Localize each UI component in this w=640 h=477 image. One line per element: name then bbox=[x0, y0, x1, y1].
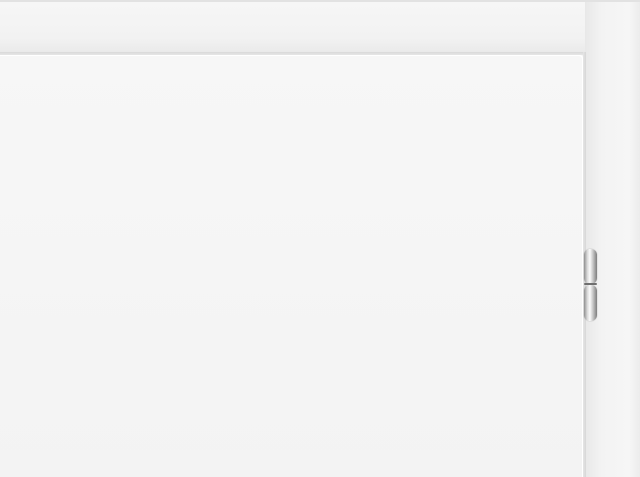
door-leaf bbox=[0, 55, 583, 477]
rebate-shadow-top bbox=[0, 52, 586, 55]
frame-head bbox=[0, 2, 640, 54]
hinge-icon bbox=[584, 249, 597, 321]
hinge-lower-knuckle bbox=[584, 285, 597, 321]
hinge-joint bbox=[584, 283, 597, 285]
hinge-upper-knuckle bbox=[584, 249, 597, 284]
frame-jamb bbox=[585, 2, 640, 477]
door-photo bbox=[0, 0, 640, 477]
